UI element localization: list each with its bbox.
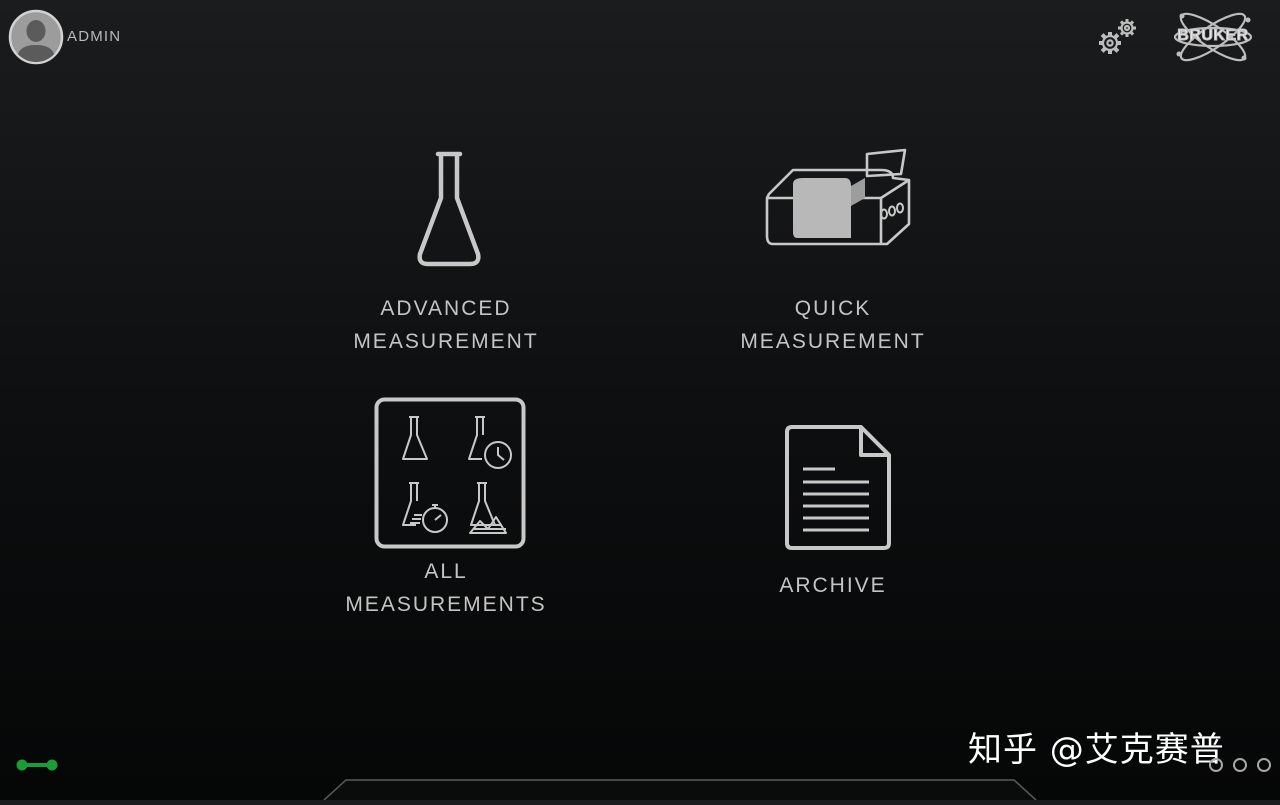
quick-measurement-tile[interactable]: QUICK MEASUREMENT — [703, 148, 963, 368]
all-measurements-tile[interactable]: ALL MEASUREMENTS — [316, 397, 576, 627]
bruker-logo-icon: BRUKER — [1162, 6, 1264, 68]
advanced-measurement-line1: ADVANCED — [380, 297, 512, 320]
archive-tile[interactable]: ARCHIVE — [703, 425, 963, 605]
quick-measurement-line2: MEASUREMENT — [740, 330, 926, 353]
watermark-text: 知乎 @艾克赛普 — [968, 730, 1225, 770]
spectrometer-icon — [763, 148, 913, 255]
user-name-label[interactable]: ADMIN — [67, 28, 121, 45]
quick-measurement-line1: QUICK — [794, 297, 872, 320]
all-measurements-line2: MEASUREMENTS — [345, 593, 547, 616]
brand-name: BRUKER — [1177, 27, 1249, 45]
gears-icon[interactable] — [1096, 16, 1140, 58]
bottom-drawer-handle[interactable] — [320, 776, 1040, 801]
archive-label: ARCHIVE — [779, 574, 887, 597]
advanced-measurement-tile[interactable]: ADVANCED MEASUREMENT — [316, 148, 576, 368]
page-indicator[interactable] — [1206, 754, 1276, 776]
measurements-grid-icon — [374, 397, 526, 554]
user-avatar-icon[interactable] — [8, 9, 64, 65]
all-measurements-line1: ALL — [424, 560, 468, 583]
advanced-measurement-line2: MEASUREMENT — [353, 330, 539, 353]
connection-status-icon[interactable] — [14, 755, 62, 775]
flask-icon — [414, 150, 484, 275]
document-icon — [783, 425, 893, 556]
